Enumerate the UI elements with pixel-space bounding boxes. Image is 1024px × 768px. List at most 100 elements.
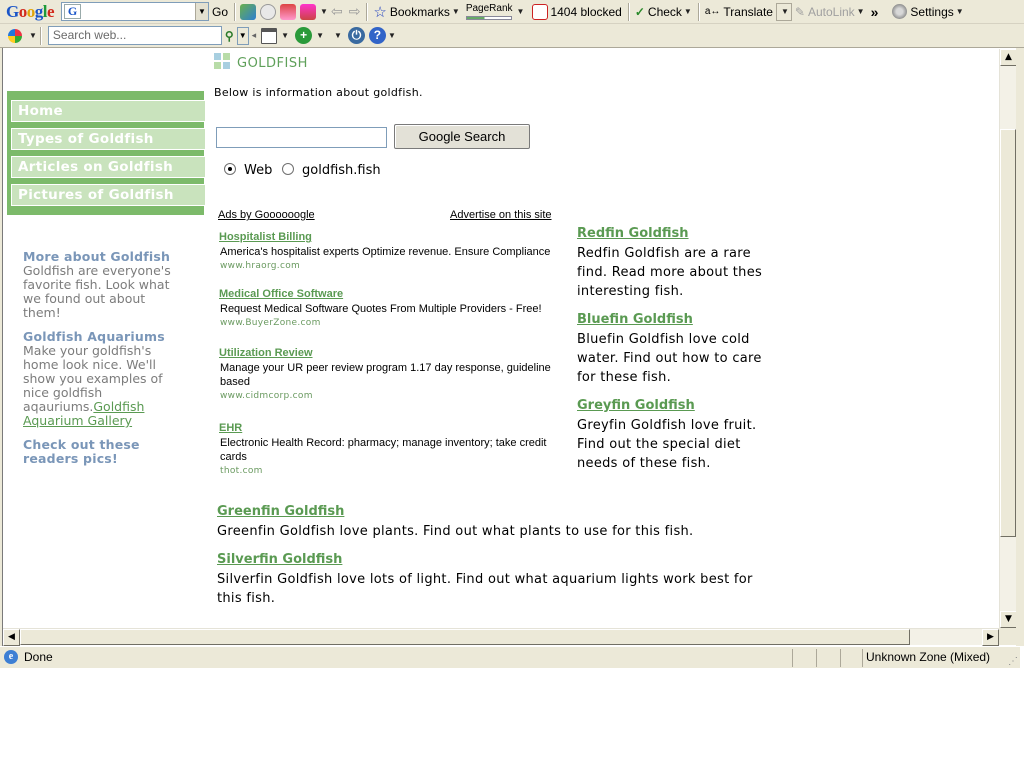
windows-logo-icon[interactable] xyxy=(0,25,27,47)
ads-by-link[interactable]: Ads by Goooooogle xyxy=(218,209,315,221)
vertical-scroll-thumb[interactable] xyxy=(1000,129,1016,537)
window-icon[interactable] xyxy=(261,27,278,44)
aquariums-paragraph: Make your goldfish's home look nice. We'… xyxy=(23,344,183,428)
search-input[interactable] xyxy=(216,127,387,148)
nav-types-of-goldfish[interactable]: Types of Goldfish xyxy=(11,128,206,150)
intro-text: Below is information about goldfish. xyxy=(214,86,423,99)
settings-label: Settings xyxy=(910,4,954,19)
aquariums-heading[interactable]: Goldfish Aquariums xyxy=(23,330,183,344)
secondary-toolbar: ▼ Search web... ⚲ ▼ ◂ ▼ + ▼ ▼ ⏻ ? ▼ xyxy=(0,24,1024,48)
google-logo: Google xyxy=(6,1,55,21)
ad-title[interactable]: Medical Office Software xyxy=(219,288,343,300)
article-title-link[interactable]: Redfin Goldfish xyxy=(577,226,689,241)
pagerank-button[interactable]: PageRank ▼ xyxy=(463,1,528,23)
scroll-left-arrow-icon[interactable]: ◀ xyxy=(3,629,20,646)
nav-home[interactable]: Home xyxy=(11,100,206,122)
bookmarks-button[interactable]: ☆ Bookmarks ▼ xyxy=(370,1,462,23)
chevron-down-icon[interactable]: ▼ xyxy=(29,31,37,40)
article-description: Silverfin Goldfish love lots of light. F… xyxy=(217,572,753,606)
check-label: Check xyxy=(647,4,682,19)
translate-button[interactable]: a↔ Translate xyxy=(702,1,776,23)
nav-articles-on-goldfish[interactable]: Articles on Goldfish xyxy=(11,156,206,178)
nav-pictures-of-goldfish[interactable]: Pictures of Goldfish xyxy=(11,184,206,206)
autolink-icon: ✎ xyxy=(794,4,805,19)
chevron-down-icon: ▼ xyxy=(451,7,460,16)
go-button[interactable]: Go xyxy=(209,1,231,23)
back-arrow-icon[interactable]: ⇦ xyxy=(328,1,346,23)
pagerank-bar xyxy=(466,15,513,20)
image-search-icon[interactable] xyxy=(240,3,257,20)
search-icon[interactable]: ⚲ xyxy=(222,25,237,47)
google-search-button[interactable]: Google Search xyxy=(394,124,530,149)
desktop-blank xyxy=(0,668,1024,768)
blocked-count: 1404 blocked xyxy=(550,4,622,19)
radio-web[interactable] xyxy=(224,163,236,175)
horizontal-scroll-thumb[interactable] xyxy=(20,629,910,645)
google-g-icon: G xyxy=(64,4,82,19)
chevron-down-icon[interactable]: ▼ xyxy=(195,3,209,20)
power-icon[interactable]: ⏻ xyxy=(347,27,365,44)
security-zone: Unknown Zone (Mixed) xyxy=(866,650,991,664)
chevron-down-icon[interactable]: ▼ xyxy=(320,7,328,16)
add-icon[interactable]: + xyxy=(295,27,313,44)
more-about-heading[interactable]: More about Goldfish xyxy=(23,250,183,264)
toolbar-search-combo[interactable]: G ▼ xyxy=(61,2,210,21)
header-squares-icon xyxy=(214,53,231,70)
ad-title[interactable]: Utilization Review xyxy=(219,347,313,359)
spellcheck-button[interactable]: ✓ Check ▼ xyxy=(632,1,695,23)
resize-grip-icon[interactable]: ⋰ xyxy=(1008,656,1018,667)
ad-title[interactable]: EHR xyxy=(219,422,242,434)
scroll-down-arrow-icon[interactable]: ▼ xyxy=(1000,611,1017,628)
article-description: Redfin Goldfish are a rare find. Read mo… xyxy=(577,246,763,299)
readers-pics-link[interactable]: Check out these readers pics! xyxy=(23,438,183,466)
divider xyxy=(234,2,236,21)
scroll-right-arrow-icon[interactable]: ▶ xyxy=(982,629,999,646)
toolbar-web-search-input[interactable]: Search web... xyxy=(47,26,222,45)
horizontal-scrollbar[interactable]: ◀ ▶ xyxy=(3,628,999,646)
translate-dropdown[interactable]: ▼ xyxy=(775,2,792,21)
more-tools-button[interactable]: » xyxy=(868,1,882,23)
ad-url[interactable]: www.cidmcorp.com xyxy=(220,391,313,401)
chevron-down-icon[interactable]: ▼ xyxy=(316,31,324,40)
divider xyxy=(366,2,368,21)
chat-icon[interactable] xyxy=(260,3,277,20)
settings-button[interactable]: Settings ▼ xyxy=(889,1,966,23)
news-icon[interactable] xyxy=(280,3,297,20)
autolink-label: AutoLink xyxy=(807,4,855,19)
chevron-down-icon[interactable]: ▼ xyxy=(334,31,342,40)
article-title-link[interactable]: Greyfin Goldfish xyxy=(577,398,695,413)
divider xyxy=(697,2,699,21)
radio-site[interactable] xyxy=(282,163,294,175)
search-dropdown[interactable]: ▼ xyxy=(236,26,249,45)
page-icon: e xyxy=(4,650,18,664)
gear-icon xyxy=(892,4,908,19)
scrollbar-corner xyxy=(999,628,1016,645)
sidebar: More about Goldfish Goldfish are everyon… xyxy=(23,250,183,466)
forward-arrow-icon[interactable]: ⇨ xyxy=(346,1,364,23)
autolink-button[interactable]: ✎ AutoLink ▼ xyxy=(792,1,868,23)
vertical-scrollbar[interactable]: ▲ ▼ xyxy=(999,49,1017,628)
article-description: Bluefin Goldfish love cold water. Find o… xyxy=(577,332,762,385)
popup-blocked-icon xyxy=(532,3,549,20)
shopping-icon[interactable] xyxy=(300,3,317,20)
divider xyxy=(627,2,629,21)
article-title-link[interactable]: Greenfin Goldfish xyxy=(217,504,344,519)
chevron-down-icon: ▼ xyxy=(955,7,964,16)
translate-icon: a↔ xyxy=(704,6,721,17)
ad-url[interactable]: www.hraorg.com xyxy=(220,261,300,271)
advertise-link[interactable]: Advertise on this site xyxy=(450,209,552,221)
chevron-down-icon[interactable]: ▼ xyxy=(281,31,289,40)
ad-title[interactable]: Hospitalist Billing xyxy=(219,231,312,243)
scroll-up-arrow-icon[interactable]: ▲ xyxy=(1000,49,1017,66)
popup-blocker-button[interactable]: 1404 blocked xyxy=(527,1,624,23)
ad-url[interactable]: thot.com xyxy=(220,466,263,476)
article-title-link[interactable]: Bluefin Goldfish xyxy=(577,312,693,327)
chevron-down-icon: ▼ xyxy=(856,7,865,16)
star-icon: ☆ xyxy=(373,3,387,21)
article-title-link[interactable]: Silverfin Goldfish xyxy=(217,552,342,567)
google-toolbar: Google G ▼ Go ▼ ⇦ ⇨ ☆ Bookmarks ▼ PageRank… xyxy=(0,0,1024,24)
chevron-down-icon[interactable]: ▼ xyxy=(388,31,396,40)
ad-description: Electronic Health Record: pharmacy; mana… xyxy=(220,437,547,463)
help-icon[interactable]: ? xyxy=(368,27,386,44)
ad-url[interactable]: www.BuyerZone.com xyxy=(220,318,321,328)
